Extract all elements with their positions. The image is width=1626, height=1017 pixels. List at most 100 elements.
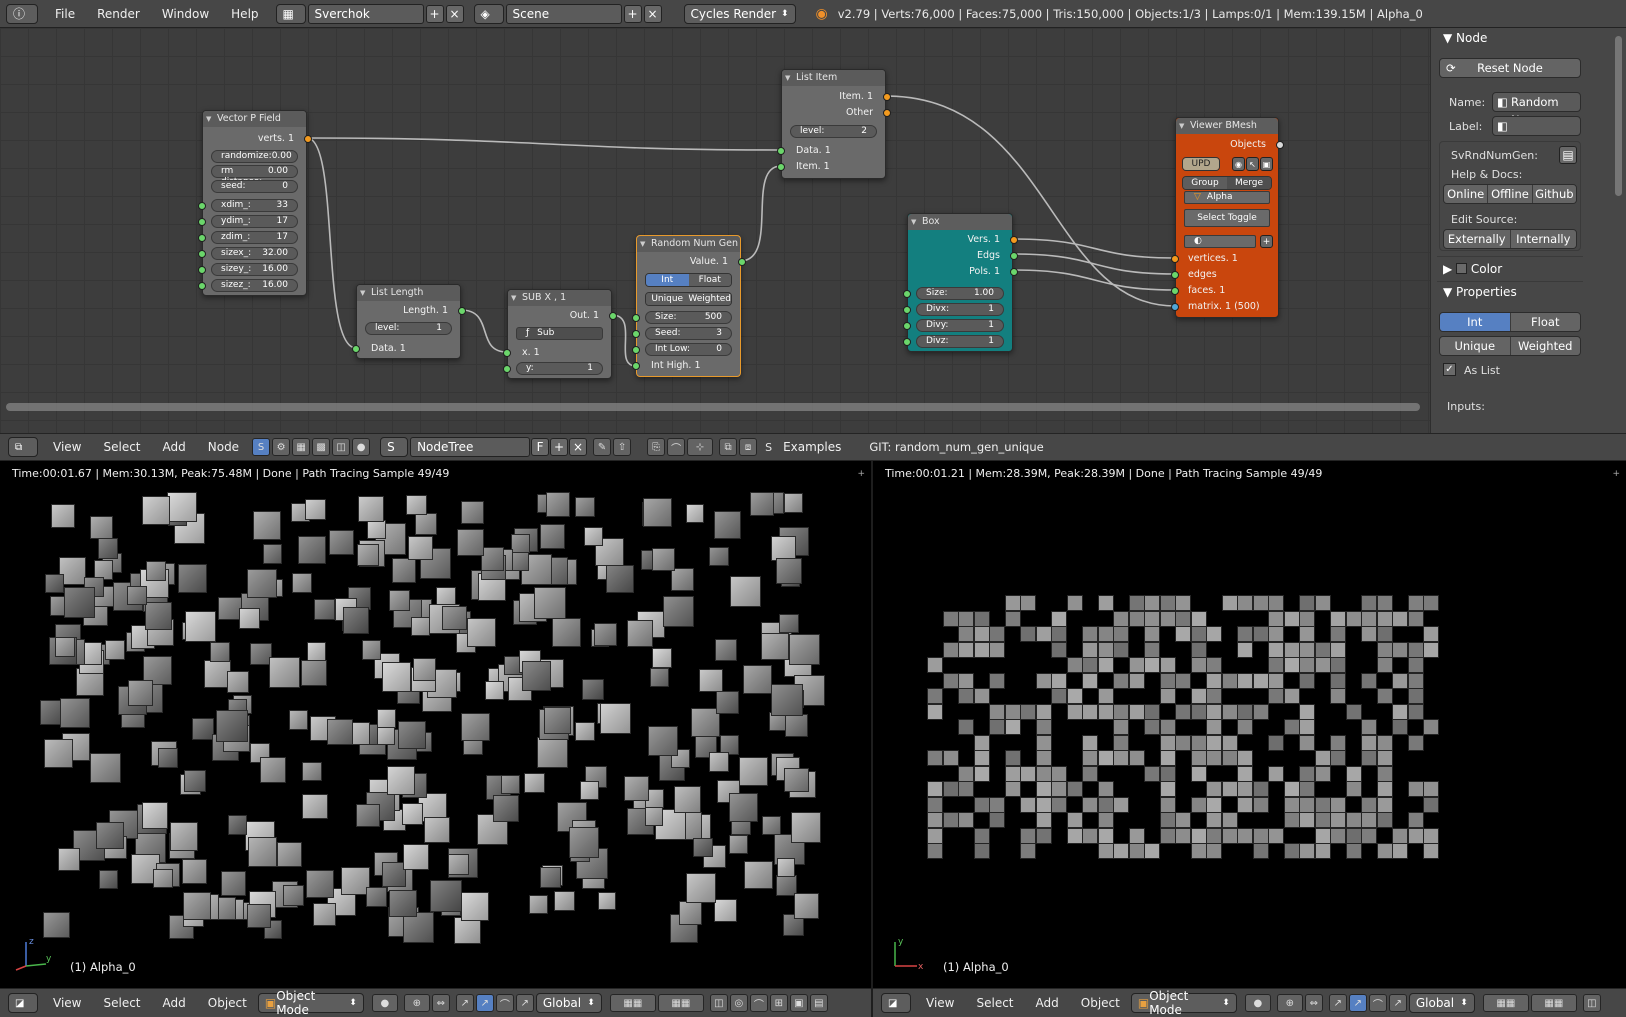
param-level[interactable]: level: 2 xyxy=(790,125,877,138)
input-socket[interactable] xyxy=(777,147,785,155)
type-int-option[interactable]: Int xyxy=(646,274,689,286)
screen-layout-icon-button[interactable]: ▦ xyxy=(275,3,306,24)
add-screen-icon[interactable]: + xyxy=(425,4,444,23)
type-float-button[interactable]: Float xyxy=(1510,313,1580,331)
render-icon[interactable]: ▣ xyxy=(1260,157,1273,171)
node-random-num-gen[interactable]: Random Num Gen Value. 1 Int Float Unique… xyxy=(632,235,746,377)
node-section-title[interactable]: ▼ Node xyxy=(1443,31,1487,45)
output-socket[interactable] xyxy=(1010,236,1018,244)
node-editor-canvas[interactable]: Vector P Field verts. 1 randomize:0.00 r… xyxy=(0,28,1430,433)
manipulator-icon[interactable]: ⇔ xyxy=(431,994,450,1012)
input-socket[interactable] xyxy=(777,163,785,171)
add-tree-icon[interactable]: + xyxy=(550,438,569,456)
input-socket[interactable] xyxy=(198,282,206,290)
type-int-button[interactable]: Int xyxy=(1440,313,1511,331)
layers-icon[interactable]: ▦▦ xyxy=(609,994,656,1012)
online-docs-button[interactable]: Online xyxy=(1444,185,1489,203)
color-section-title[interactable]: ▶ Color xyxy=(1443,262,1502,276)
snap-icon[interactable]: ⌒ xyxy=(749,994,768,1012)
input-socket[interactable] xyxy=(903,338,911,346)
node-box[interactable]: Box Vers. 1 Edgs Pols. 1 Size: 1.00 Divx:… xyxy=(903,213,1018,352)
input-socket[interactable] xyxy=(903,306,911,314)
param-randomize[interactable]: randomize: 0.00 xyxy=(211,150,298,163)
input-socket[interactable] xyxy=(198,218,206,226)
render-viewport-right[interactable]: Time:00:01.21 | Mem:28.39M, Peak:28.39M … xyxy=(873,461,1626,988)
manipulator-scale-icon[interactable]: ↗ xyxy=(515,994,534,1012)
copy-icon[interactable]: ⧉ xyxy=(719,438,738,456)
menu-select[interactable]: Select xyxy=(92,440,151,454)
select-toggle-button[interactable]: Select Toggle xyxy=(1184,209,1270,227)
parent-tree-icon[interactable]: ⇧ xyxy=(613,438,632,456)
node-list-length[interactable]: List Length Length. 1 level: 1 Data. 1 xyxy=(352,284,466,359)
input-socket[interactable] xyxy=(198,250,206,258)
input-socket[interactable] xyxy=(1171,303,1179,311)
menu-view[interactable]: View xyxy=(42,996,92,1010)
param-y[interactable]: y: 1 xyxy=(516,362,603,375)
lock-camera-icon[interactable]: ◫ xyxy=(1582,994,1601,1012)
remove-scene-icon[interactable]: × xyxy=(643,4,662,23)
shading-icon[interactable]: ● xyxy=(371,994,398,1012)
horizontal-scrollbar[interactable] xyxy=(6,403,1420,411)
input-socket[interactable] xyxy=(632,346,640,354)
doc-icon[interactable]: ▤ xyxy=(1559,146,1577,164)
scale-icon[interactable]: ⌒ xyxy=(1368,994,1387,1012)
input-socket[interactable] xyxy=(903,290,911,298)
input-socket[interactable] xyxy=(198,266,206,274)
input-socket[interactable] xyxy=(503,349,511,357)
mode-toggle[interactable]: Unique Weighted xyxy=(645,292,732,306)
eye-icon[interactable]: ◉ xyxy=(1232,157,1245,171)
editor-type-button[interactable]: ⓘ xyxy=(6,3,38,24)
pivot-icon[interactable]: ⊕ xyxy=(1276,994,1303,1012)
menu-select[interactable]: Select xyxy=(965,996,1024,1010)
group-merge-toggle[interactable]: Group Merge xyxy=(1182,176,1272,190)
layers-icon-2[interactable]: ▦▦ xyxy=(1530,994,1577,1012)
object-name-field[interactable]: ▽ Alpha xyxy=(1184,191,1270,204)
param-level[interactable]: level: 1 xyxy=(365,322,452,335)
param-divz[interactable]: Divz: 1 xyxy=(916,335,1004,348)
tree-type-button[interactable]: S xyxy=(380,437,409,457)
scene-icon-button[interactable]: ◈ xyxy=(473,3,504,24)
output-socket[interactable] xyxy=(609,312,617,320)
upd-label[interactable]: UPD xyxy=(1183,158,1219,170)
orientation-dropdown[interactable]: Global ⬍ xyxy=(1408,993,1475,1013)
menu-file[interactable]: File xyxy=(44,7,86,21)
offline-docs-button[interactable]: Offline xyxy=(1488,185,1533,203)
param-ydim[interactable]: ydim_: 17 xyxy=(211,215,298,228)
input-socket[interactable] xyxy=(198,234,206,242)
pivot-icon[interactable]: ⊕ xyxy=(403,994,430,1012)
menu-add[interactable]: Add xyxy=(152,440,197,454)
input-socket[interactable] xyxy=(1171,287,1179,295)
menu-add[interactable]: Add xyxy=(1025,996,1070,1010)
param-seed[interactable]: seed: 0 xyxy=(211,180,298,193)
param-int-low[interactable]: Int Low: 0 xyxy=(645,343,732,356)
node-sub[interactable]: SUB X , 1 Out. 1 ƒ Sub x. 1 y: 1 xyxy=(503,289,617,379)
render-camera-icon[interactable]: ▤ xyxy=(809,994,828,1012)
input-socket[interactable] xyxy=(198,202,206,210)
node-name-field[interactable]: ◧ Random N... xyxy=(1492,92,1581,127)
update-button[interactable]: UPD xyxy=(1182,157,1220,171)
editor-type-button[interactable]: ◪ xyxy=(8,993,38,1013)
translate-icon[interactable]: ↗ xyxy=(1328,994,1347,1012)
node-list-item[interactable]: List Item Item. 1 Other level:2 Data. 1 … xyxy=(777,69,891,179)
viewport-corner-icon[interactable]: + xyxy=(1612,469,1620,479)
layers-icon[interactable]: ▦▦ xyxy=(1482,994,1529,1012)
input-socket[interactable] xyxy=(632,330,640,338)
scale-icon[interactable]: ⌒ xyxy=(495,994,514,1012)
mode-weighted-option[interactable]: Weighted xyxy=(688,293,731,305)
lock-camera-icon[interactable]: ◫ xyxy=(709,994,728,1012)
animation-nodes-icon[interactable]: ◫ xyxy=(332,438,351,456)
output-socket[interactable] xyxy=(1276,141,1284,149)
sverchok-tree-icon[interactable]: S xyxy=(252,438,271,456)
param-zdim[interactable]: zdim_: 17 xyxy=(211,231,298,244)
output-socket[interactable] xyxy=(883,93,891,101)
node-label-field[interactable]: ◧ xyxy=(1492,116,1581,136)
param-size[interactable]: Size: 1.00 xyxy=(916,287,1004,300)
sphere-icon[interactable]: ● xyxy=(352,438,371,456)
render-viewport-left[interactable]: Time:00:01.67 | Mem:30.13M, Peak:75.48M … xyxy=(0,461,871,988)
input-socket[interactable] xyxy=(1171,255,1179,263)
manipulator-icon[interactable]: ⇔ xyxy=(1304,994,1323,1012)
param-rm-distance[interactable]: rm distance: 0.00 xyxy=(211,165,298,187)
cursor-icon[interactable]: ↖ xyxy=(1246,157,1259,171)
param-seed[interactable]: Seed: 3 xyxy=(645,327,732,340)
editor-type-button[interactable]: ⧉ xyxy=(8,437,38,457)
